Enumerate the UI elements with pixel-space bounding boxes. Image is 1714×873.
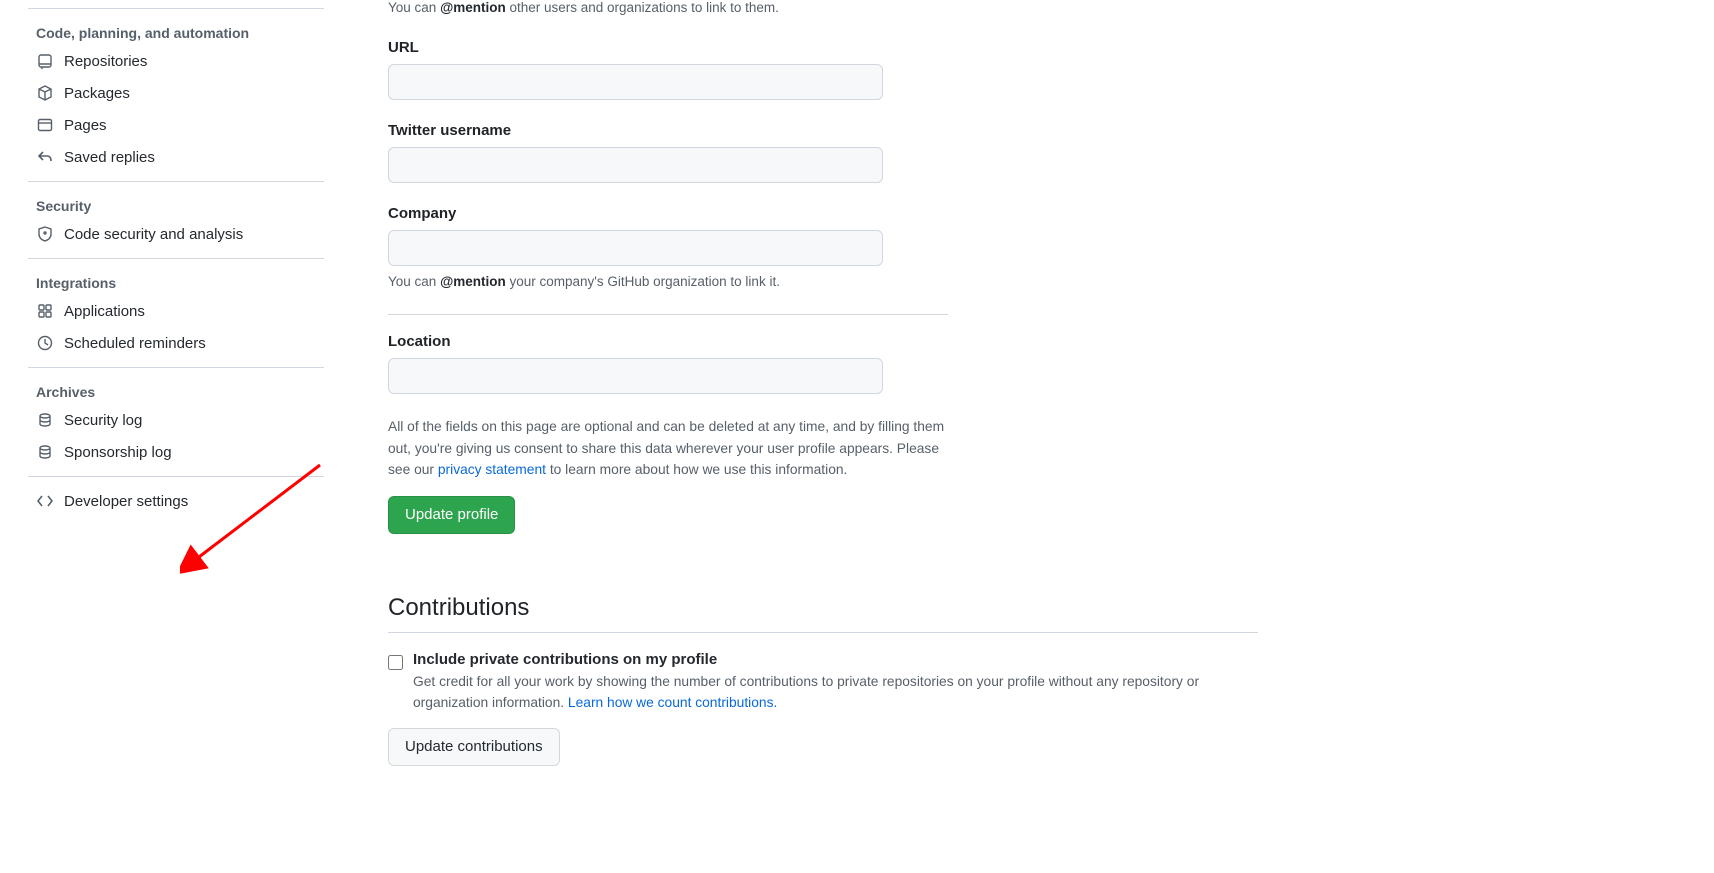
- contributions-description: Get credit for all your work by showing …: [413, 672, 1233, 713]
- location-input[interactable]: [388, 358, 883, 394]
- privacy-disclosure: All of the fields on this page are optio…: [388, 416, 948, 480]
- repo-icon: [36, 52, 54, 70]
- sidebar-item-saved-replies[interactable]: Saved replies: [28, 141, 324, 173]
- sidebar-item-pages[interactable]: Pages: [28, 109, 324, 141]
- sidebar-item-label: Applications: [64, 303, 145, 320]
- shield-icon: [36, 225, 54, 243]
- update-contributions-button[interactable]: Update contributions: [388, 728, 560, 766]
- sidebar-item-label: Code security and analysis: [64, 226, 243, 243]
- apps-icon: [36, 302, 54, 320]
- sidebar-item-developer-settings[interactable]: Developer settings: [28, 485, 324, 517]
- sidebar-item-scheduled-reminders[interactable]: Scheduled reminders: [28, 327, 324, 359]
- sidebar-item-label: Sponsorship log: [64, 444, 172, 461]
- sidebar-item-label: Developer settings: [64, 493, 188, 510]
- location-label: Location: [388, 333, 1276, 350]
- contributions-section: Contributions Include private contributi…: [388, 594, 1258, 765]
- sidebar-item-label: Pages: [64, 117, 107, 134]
- package-icon: [36, 84, 54, 102]
- sidebar-heading-archives: Archives: [28, 376, 324, 404]
- bio-hint: You can @mention other users and organiz…: [388, 0, 1276, 15]
- privacy-statement-link[interactable]: privacy statement: [438, 462, 546, 477]
- sidebar-item-sponsorship-log[interactable]: Sponsorship log: [28, 436, 324, 468]
- log-icon: [36, 411, 54, 429]
- url-input[interactable]: [388, 64, 883, 100]
- code-icon: [36, 492, 54, 510]
- browser-icon: [36, 116, 54, 134]
- url-label: URL: [388, 39, 1276, 56]
- company-input[interactable]: [388, 230, 883, 266]
- company-label: Company: [388, 205, 1276, 222]
- main-content: You can @mention other users and organiz…: [340, 0, 1300, 873]
- log-icon: [36, 443, 54, 461]
- sidebar-heading-integrations: Integrations: [28, 267, 324, 295]
- sidebar-item-applications[interactable]: Applications: [28, 295, 324, 327]
- company-hint: You can @mention your company's GitHub o…: [388, 272, 1276, 292]
- contributions-heading: Contributions: [388, 594, 1258, 633]
- settings-sidebar: Code, planning, and automation Repositor…: [0, 0, 340, 873]
- twitter-input[interactable]: [388, 147, 883, 183]
- sidebar-item-label: Security log: [64, 412, 142, 429]
- sidebar-item-label: Repositories: [64, 53, 147, 70]
- sidebar-heading-code: Code, planning, and automation: [28, 17, 324, 45]
- sidebar-item-code-security[interactable]: Code security and analysis: [28, 218, 324, 250]
- sidebar-item-label: Saved replies: [64, 149, 155, 166]
- twitter-label: Twitter username: [388, 122, 1276, 139]
- sidebar-item-label: Packages: [64, 85, 130, 102]
- sidebar-item-repositories[interactable]: Repositories: [28, 45, 324, 77]
- include-private-contributions-checkbox[interactable]: [388, 655, 403, 670]
- sidebar-item-security-log[interactable]: Security log: [28, 404, 324, 436]
- clock-icon: [36, 334, 54, 352]
- sidebar-item-label: Scheduled reminders: [64, 335, 206, 352]
- reply-icon: [36, 148, 54, 166]
- include-private-contributions-label: Include private contributions on my prof…: [413, 651, 1233, 668]
- update-profile-button[interactable]: Update profile: [388, 496, 515, 534]
- red-arrow-annotation: [180, 460, 330, 580]
- learn-contributions-link[interactable]: Learn how we count contributions.: [568, 695, 777, 710]
- sidebar-heading-security: Security: [28, 190, 324, 218]
- sidebar-item-packages[interactable]: Packages: [28, 77, 324, 109]
